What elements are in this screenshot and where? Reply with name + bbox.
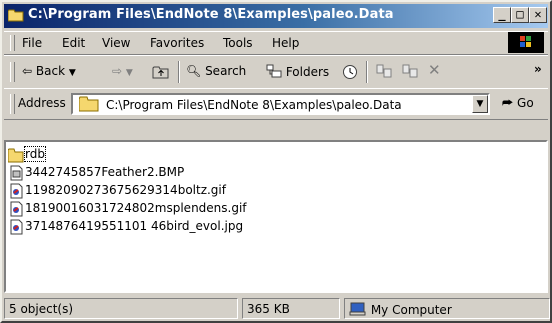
folder-icon <box>79 96 99 112</box>
toolbar-overflow-button[interactable]: » <box>534 62 542 76</box>
go-label: Go <box>517 96 534 110</box>
search-label: Search <box>205 64 247 78</box>
folders-label: Folders <box>285 65 330 79</box>
copy-to-button[interactable] <box>402 64 418 79</box>
file-list[interactable]: rdb 3442745857Feather2.BMP 1198209027367… <box>4 140 548 293</box>
toolbar-grip[interactable] <box>10 62 15 82</box>
up-folder-icon <box>152 66 169 79</box>
delete-icon[interactable]: ✕ <box>428 61 441 79</box>
folder-icon <box>8 9 24 22</box>
folders-button[interactable]: Folders <box>266 64 329 79</box>
forward-dropdown-icon: ▼ <box>125 68 133 78</box>
image-file-icon <box>10 201 23 217</box>
address-path: C:\Program Files\EndNote 8\Examples\pale… <box>106 98 402 112</box>
search-icon: 🔍︎ <box>186 64 202 78</box>
address-grip[interactable] <box>10 94 15 114</box>
minimize-button[interactable]: _ <box>493 7 511 23</box>
folder-icon <box>8 148 24 163</box>
status-object-count: 5 object(s) <box>4 298 238 319</box>
up-folder-button[interactable] <box>152 64 170 80</box>
windows-logo-icon <box>508 32 544 53</box>
file-name: 3714876419551101 46bird_evol.jpg <box>25 219 244 233</box>
history-button[interactable] <box>342 64 358 80</box>
file-name: 11982090273675629314boltz.gif <box>25 183 226 197</box>
back-arrow-icon: ⇦ <box>22 64 33 78</box>
zone-label: My Computer <box>370 303 452 317</box>
explorer-window: C:\Program Files\EndNote 8\Examples\pale… <box>0 0 552 323</box>
my-computer-icon <box>349 302 366 316</box>
toolbar-separator <box>366 61 368 83</box>
back-dropdown-icon[interactable]: ▼ <box>69 68 76 78</box>
address-label: Address <box>18 96 66 110</box>
back-button[interactable]: ⇦ Back ▼ <box>22 64 76 78</box>
folders-icon <box>266 64 282 78</box>
image-file-icon <box>10 219 23 235</box>
title-bar[interactable]: C:\Program Files\EndNote 8\Examples\pale… <box>4 4 548 28</box>
menu-bar: File Edit View Favorites Tools Help <box>4 31 548 55</box>
file-name: rdb <box>24 146 46 162</box>
bitmap-file-icon <box>10 165 23 181</box>
address-dropdown-icon[interactable]: ▼ <box>472 95 488 113</box>
move-to-button[interactable] <box>376 64 392 79</box>
status-size: 365 KB <box>242 298 340 319</box>
move-to-icon <box>376 64 392 78</box>
image-file-icon <box>10 183 23 199</box>
menu-file[interactable]: File <box>22 36 42 50</box>
menu-tools[interactable]: Tools <box>223 36 253 50</box>
file-name: 3442745857Feather2.BMP <box>25 165 185 179</box>
close-button[interactable]: ✕ <box>529 7 547 23</box>
file-name: 18190016031724802msplendens.gif <box>25 201 247 215</box>
forward-button[interactable]: ⇨ ▼ <box>112 64 133 78</box>
menu-help[interactable]: Help <box>272 36 299 50</box>
search-button[interactable]: 🔍︎ Search <box>186 64 246 78</box>
menu-view[interactable]: View <box>102 36 130 50</box>
address-bar: Address C:\Program Files\EndNote 8\Examp… <box>4 88 548 120</box>
go-button[interactable]: ⮫ Go <box>502 96 534 111</box>
address-input[interactable]: C:\Program Files\EndNote 8\Examples\pale… <box>71 93 490 115</box>
forward-arrow-icon: ⇨ <box>112 64 123 78</box>
menu-favorites[interactable]: Favorites <box>150 36 204 50</box>
toolbar-separator <box>178 61 180 83</box>
toolbar: ⇦ Back ▼ ⇨ ▼ 🔍︎ Search Folders ✕ » <box>4 55 548 89</box>
copy-to-icon <box>402 64 418 78</box>
menu-edit[interactable]: Edit <box>62 36 85 50</box>
status-zone: My Computer <box>344 298 550 319</box>
back-label: Back <box>35 64 66 78</box>
history-icon <box>343 65 357 79</box>
maximize-button[interactable]: □ <box>511 7 529 23</box>
go-arrow-icon: ⮫ <box>502 96 514 110</box>
status-bar: 5 object(s) 365 KB My Computer <box>4 298 550 321</box>
menu-grip[interactable] <box>10 35 15 51</box>
window-title: C:\Program Files\EndNote 8\Examples\pale… <box>28 7 394 22</box>
